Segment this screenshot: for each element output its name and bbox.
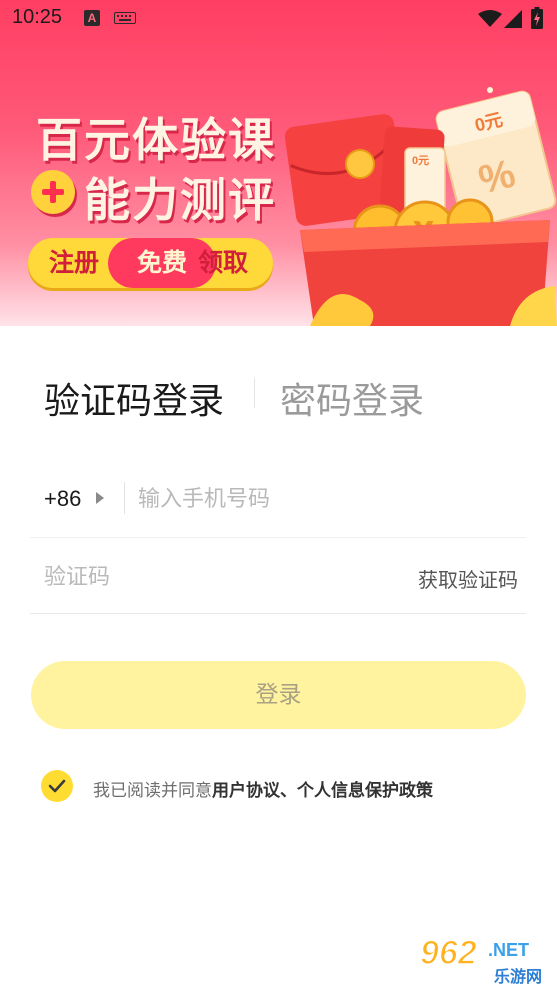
get-code-button[interactable]: 获取验证码 — [418, 564, 518, 593]
tab-password-login[interactable]: 密码登录 — [280, 372, 424, 424]
svg-text:962: 962 — [420, 934, 477, 972]
code-row-underline — [30, 613, 526, 614]
tab-divider — [254, 378, 255, 408]
banner-subtitle: 能力测评 — [84, 173, 276, 227]
plus-icon — [31, 170, 75, 214]
a-notification-icon: A — [84, 10, 100, 26]
status-bar: 10:25 A — [0, 0, 557, 38]
verification-code-input[interactable] — [44, 556, 344, 598]
wifi-icon — [478, 10, 502, 27]
svg-text:.NET: .NET — [488, 940, 529, 960]
agreement-text: 我已阅读并同意用户协议、个人信息保护政策 — [93, 776, 433, 801]
checkmark-icon — [48, 779, 66, 793]
promo-banner[interactable]: 百元体验课 能力测评 注册 免费 领取 0元 % 0元 ¥ — [0, 0, 557, 326]
caret-right-icon[interactable] — [96, 492, 104, 504]
pill-register-text: 注册 — [49, 248, 100, 277]
site-watermark-logo: 962 .NET 乐游网 — [419, 933, 542, 986]
svg-text:0元: 0元 — [412, 154, 429, 167]
country-code-selector[interactable]: +86 — [44, 486, 81, 512]
phone-row-underline — [30, 537, 526, 538]
signal-icon — [504, 10, 522, 28]
svg-text:乐游网: 乐游网 — [494, 967, 542, 986]
agreement-prefix: 我已阅读并同意 — [93, 781, 212, 801]
agreement-checkbox[interactable] — [41, 770, 73, 802]
status-time: 10:25 — [12, 6, 63, 28]
login-button[interactable]: 登录 — [31, 661, 526, 729]
keyboard-icon — [114, 12, 136, 24]
login-sheet — [0, 326, 557, 990]
tab-sms-login[interactable]: 验证码登录 — [44, 372, 224, 424]
phone-number-input[interactable] — [138, 478, 528, 520]
banner-title: 百元体验课 — [36, 113, 276, 167]
battery-charging-icon — [531, 7, 543, 29]
agreement-policy-link[interactable]: 用户协议、个人信息保护政策 — [212, 781, 433, 801]
pill-claim-text: 领取 — [198, 248, 249, 277]
gift-box-illustration: 0元 % 0元 ¥ — [284, 87, 557, 326]
phone-field-divider — [124, 482, 125, 514]
register-free-pill: 注册 免费 领取 — [28, 238, 273, 288]
